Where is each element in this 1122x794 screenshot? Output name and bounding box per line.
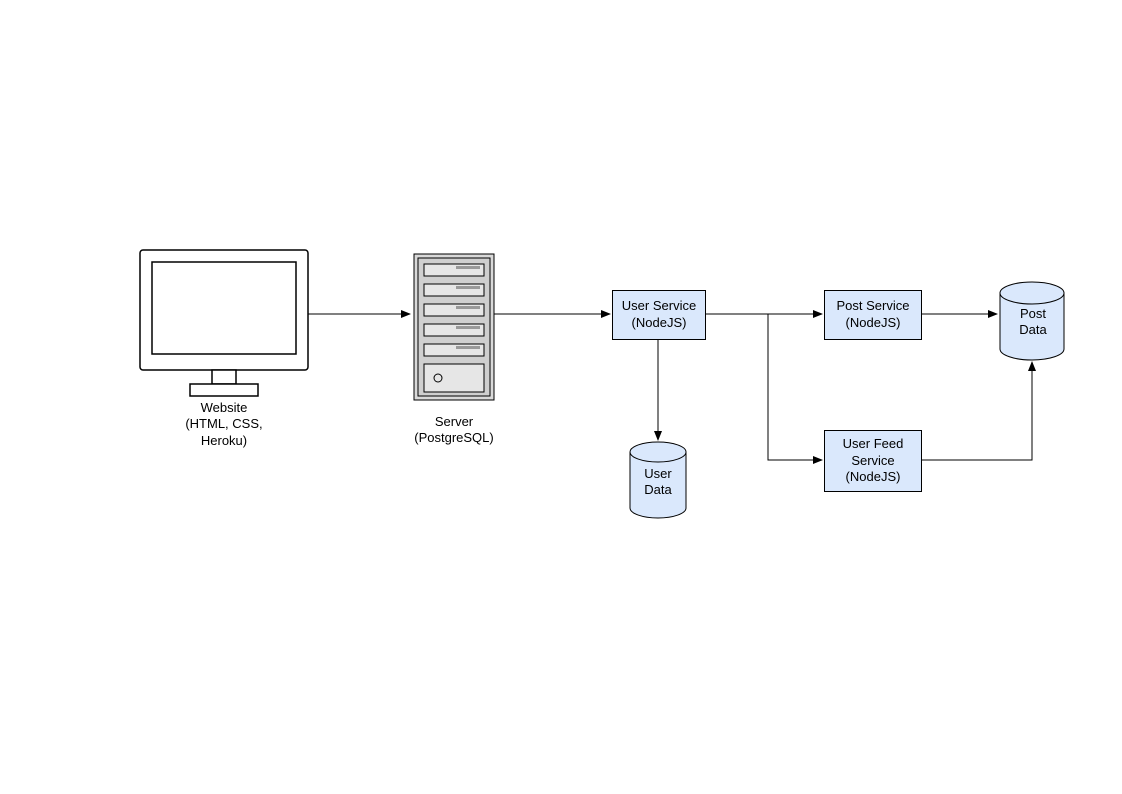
post-data-label: PostData xyxy=(1002,306,1064,339)
architecture-diagram: Website (HTML, CSS, Heroku) Server (Post… xyxy=(0,0,1122,794)
monitor-icon xyxy=(140,250,308,396)
server-icon xyxy=(414,254,494,400)
diagram-svg xyxy=(0,0,1122,794)
arrow-split-userfeed xyxy=(768,314,822,460)
user-feed-service-box: User FeedService(NodeJS) xyxy=(824,430,922,492)
user-service-box: User Service(NodeJS) xyxy=(612,290,706,340)
arrow-userfeed-postdata xyxy=(922,362,1032,460)
server-label: Server (PostgreSQL) xyxy=(396,414,512,447)
post-service-box: Post Service(NodeJS) xyxy=(824,290,922,340)
user-data-label: UserData xyxy=(630,466,686,499)
website-label: Website (HTML, CSS, Heroku) xyxy=(150,400,298,449)
